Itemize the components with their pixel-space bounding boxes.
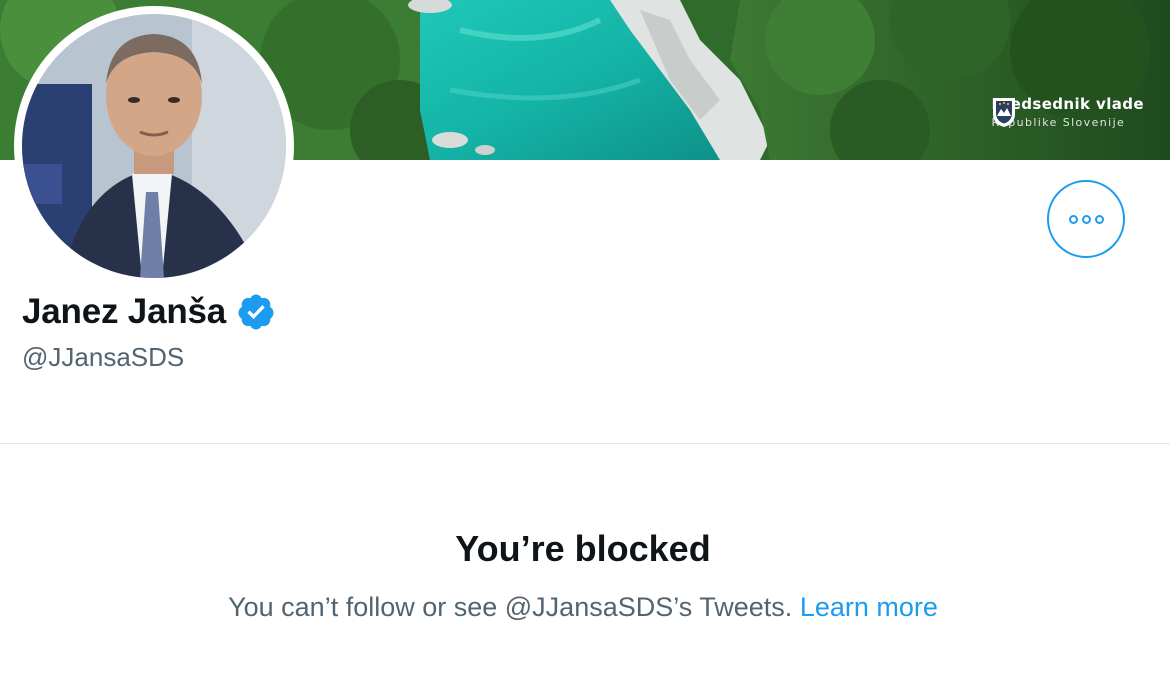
profile-handle: @JJansaSDS — [22, 342, 185, 372]
learn-more-link[interactable]: Learn more — [800, 592, 938, 622]
more-dot — [1094, 214, 1104, 224]
verified-badge-icon — [238, 294, 274, 330]
more-options-button[interactable] — [1047, 180, 1125, 258]
more-horizontal-icon — [1068, 214, 1078, 224]
blocked-description-text: You can’t follow or see @JJansaSDS’s Twe… — [228, 592, 793, 622]
avatar[interactable] — [14, 6, 294, 286]
more-dot — [1081, 214, 1091, 224]
display-name: Janez Janša — [22, 292, 227, 331]
avatar-photo — [22, 14, 286, 278]
blocked-title: You’re blocked — [455, 528, 711, 569]
coat-of-arms-icon — [993, 98, 1016, 127]
profile-name-row: Janez Janša — [22, 292, 276, 332]
divider — [0, 443, 1170, 444]
blocked-description: You can’t follow or see @JJansaSDS’s Twe… — [0, 592, 1166, 623]
banner-brand: Predsednik vlade Republike Slovenije — [991, 95, 1144, 130]
